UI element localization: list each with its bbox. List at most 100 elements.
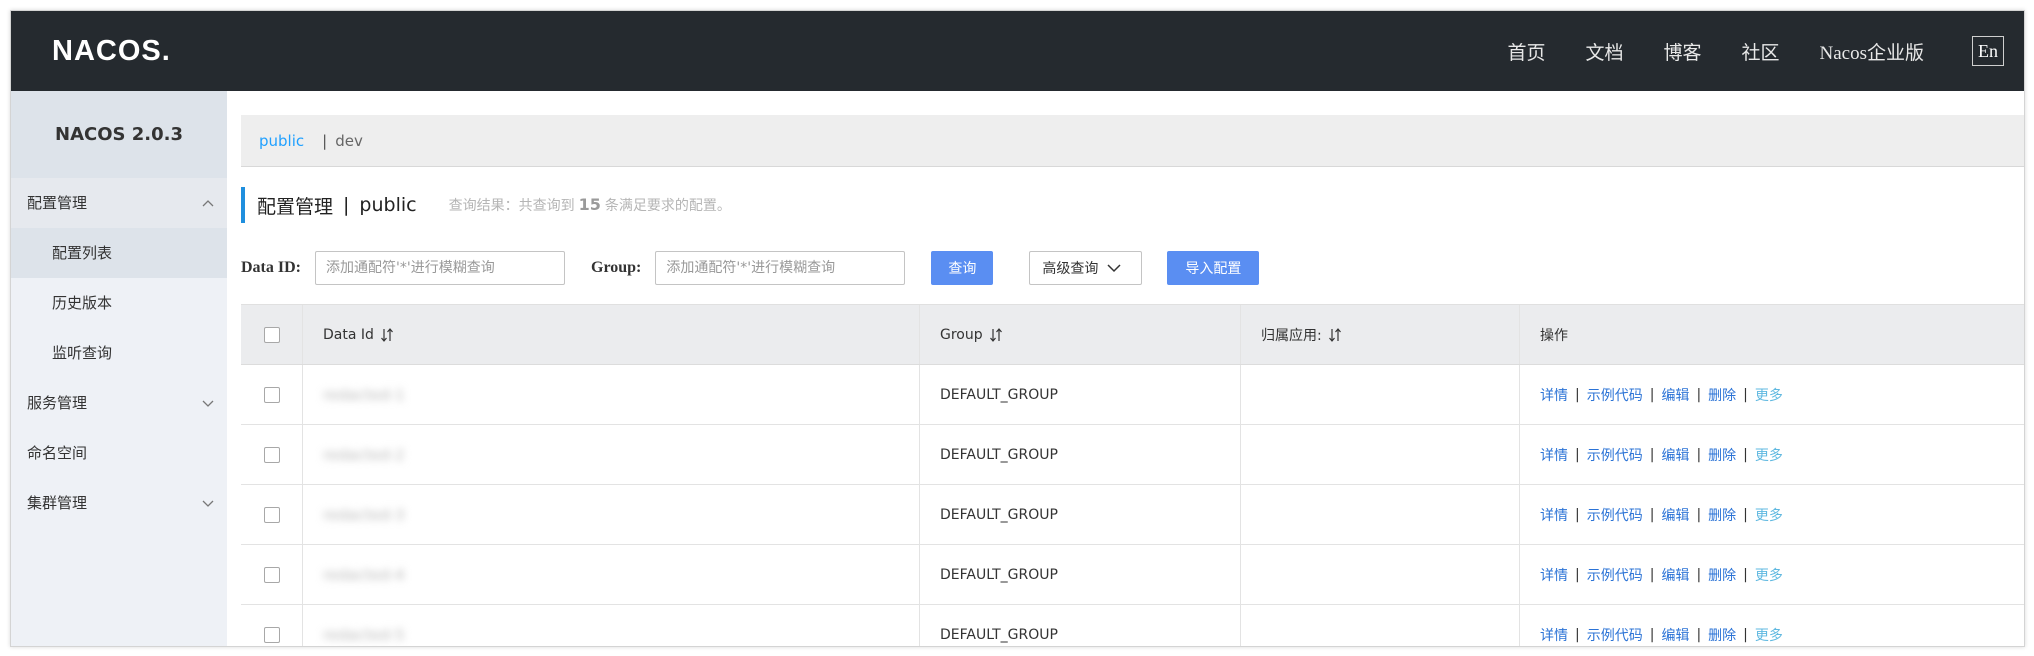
table-row: redacted-1 DEFAULT_GROUP 详情 | 示例代码 | 编辑 | 删… (241, 365, 2024, 425)
row-select-cell (241, 485, 303, 544)
advanced-query-button[interactable]: 高级查询 (1029, 251, 1143, 285)
row-select-cell (241, 365, 303, 424)
detail-link[interactable]: 详情 (1540, 625, 1568, 645)
edit-link[interactable]: 编辑 (1661, 445, 1689, 465)
config-table: Data Id Group 归属应用: 操作 redacted-1 DEFAUL… (241, 304, 2024, 646)
result-suffix: 条满足要求的配置。 (604, 198, 731, 214)
column-header-app[interactable]: 归属应用: (1241, 305, 1520, 364)
sample-code-link[interactable]: 示例代码 (1587, 445, 1643, 465)
sample-code-link[interactable]: 示例代码 (1587, 505, 1643, 525)
action-separator: | (1575, 566, 1580, 583)
import-config-button[interactable]: 导入配置 (1167, 251, 1260, 285)
sort-icon[interactable] (380, 327, 394, 343)
search-form: Data ID: Group: 查询 高级查询 导入配置 (241, 250, 1260, 286)
query-button[interactable]: 查询 (931, 251, 994, 285)
more-link[interactable]: 更多 (1755, 565, 1783, 585)
detail-link[interactable]: 详情 (1540, 445, 1568, 465)
namespace-bar: public | dev (241, 115, 2024, 167)
select-all-checkbox[interactable] (263, 326, 280, 343)
sidebar-group-label: 服务管理 (27, 394, 88, 412)
dataid-value[interactable]: redacted-4 (323, 566, 583, 584)
dataid-cell: redacted-5 (303, 605, 920, 646)
edit-link[interactable]: 编辑 (1661, 565, 1689, 585)
page-header: 配置管理 | public 查询结果：共查询到 15 条满足要求的配置。 (241, 187, 731, 223)
sample-code-link[interactable]: 示例代码 (1587, 385, 1643, 405)
title-accent-bar (241, 187, 245, 223)
sidebar-group-cluster[interactable]: 集群管理 (11, 478, 227, 528)
more-link[interactable]: 更多 (1755, 445, 1783, 465)
dataid-value[interactable]: redacted-2 (323, 446, 493, 464)
row-checkbox[interactable] (263, 626, 280, 643)
edit-link[interactable]: 编辑 (1661, 385, 1689, 405)
namespace-dev[interactable]: dev (335, 132, 363, 150)
delete-link[interactable]: 删除 (1708, 625, 1736, 645)
delete-link[interactable]: 删除 (1708, 505, 1736, 525)
detail-link[interactable]: 详情 (1540, 505, 1568, 525)
page-namespace: public (359, 194, 417, 216)
sidebar-group-label: 集群管理 (27, 494, 88, 512)
sidebar-item-config-list[interactable]: 配置列表 (11, 228, 227, 278)
nav-community[interactable]: 社区 (1742, 38, 1780, 65)
sample-code-link[interactable]: 示例代码 (1587, 625, 1643, 645)
language-toggle-button[interactable]: En (1972, 36, 2004, 66)
sidebar-item-namespace[interactable]: 命名空间 (11, 428, 227, 478)
group-cell: DEFAULT_GROUP (920, 365, 1241, 424)
nav-enterprise[interactable]: Nacos企业版 (1820, 38, 1924, 65)
row-checkbox[interactable] (263, 446, 280, 463)
sort-icon[interactable] (1328, 327, 1342, 343)
dataid-value[interactable]: redacted-5 (323, 626, 563, 644)
dataid-value[interactable]: redacted-1 (323, 386, 413, 404)
app-cell (1241, 425, 1520, 484)
dataid-cell: redacted-4 (303, 545, 920, 604)
actions-cell: 详情 | 示例代码 | 编辑 | 删除 | 更多 (1520, 545, 2024, 604)
delete-link[interactable]: 删除 (1708, 385, 1736, 405)
row-actions: 详情 | 示例代码 | 编辑 | 删除 | 更多 (1540, 505, 1783, 525)
row-checkbox[interactable] (263, 506, 280, 523)
row-checkbox[interactable] (263, 566, 280, 583)
table-row: redacted-5 DEFAULT_GROUP 详情 | 示例代码 | 编辑 | 删… (241, 605, 2024, 646)
sort-icon[interactable] (989, 327, 1003, 343)
sidebar-item-listener-query[interactable]: 监听查询 (11, 328, 227, 378)
action-separator: | (1575, 446, 1580, 463)
app-cell (1241, 605, 1520, 646)
chevron-down-icon (202, 500, 214, 507)
nacos-logo[interactable]: NACOS. (52, 31, 171, 71)
dataid-cell: redacted-1 (303, 365, 920, 424)
more-link[interactable]: 更多 (1755, 625, 1783, 645)
sidebar-group-config[interactable]: 配置管理 (11, 178, 227, 228)
column-header-group[interactable]: Group (920, 305, 1241, 364)
sidebar-group-service[interactable]: 服务管理 (11, 378, 227, 428)
group-cell: DEFAULT_GROUP (920, 605, 1241, 646)
row-actions: 详情 | 示例代码 | 编辑 | 删除 | 更多 (1540, 385, 1783, 405)
group-value: DEFAULT_GROUP (940, 446, 1058, 463)
action-separator: | (1575, 626, 1580, 643)
namespace-public[interactable]: public (259, 132, 304, 150)
column-header-dataid[interactable]: Data Id (303, 305, 920, 364)
delete-link[interactable]: 删除 (1708, 445, 1736, 465)
dataid-input[interactable] (315, 251, 565, 285)
row-checkbox[interactable] (263, 386, 280, 403)
more-link[interactable]: 更多 (1755, 505, 1783, 525)
action-separator: | (1696, 506, 1702, 523)
dataid-value[interactable]: redacted-3 (323, 506, 583, 524)
nav-home[interactable]: 首页 (1507, 38, 1545, 65)
title-separator: | (343, 194, 350, 216)
app-cell (1241, 545, 1520, 604)
column-label: 归属应用: (1261, 327, 1322, 344)
action-separator: | (1696, 626, 1702, 643)
nav-docs[interactable]: 文档 (1585, 38, 1623, 65)
row-select-cell (241, 545, 303, 604)
detail-link[interactable]: 详情 (1540, 385, 1568, 405)
sidebar-item-history[interactable]: 历史版本 (11, 278, 227, 328)
detail-link[interactable]: 详情 (1540, 565, 1568, 585)
sidebar-group-label: 配置管理 (27, 194, 88, 212)
edit-link[interactable]: 编辑 (1661, 505, 1689, 525)
more-link[interactable]: 更多 (1755, 385, 1783, 405)
action-separator: | (1649, 446, 1655, 463)
delete-link[interactable]: 删除 (1708, 565, 1736, 585)
nav-blog[interactable]: 博客 (1663, 38, 1701, 65)
sample-code-link[interactable]: 示例代码 (1587, 565, 1643, 585)
edit-link[interactable]: 编辑 (1661, 625, 1689, 645)
group-input[interactable] (655, 251, 906, 285)
action-separator: | (1649, 506, 1655, 523)
